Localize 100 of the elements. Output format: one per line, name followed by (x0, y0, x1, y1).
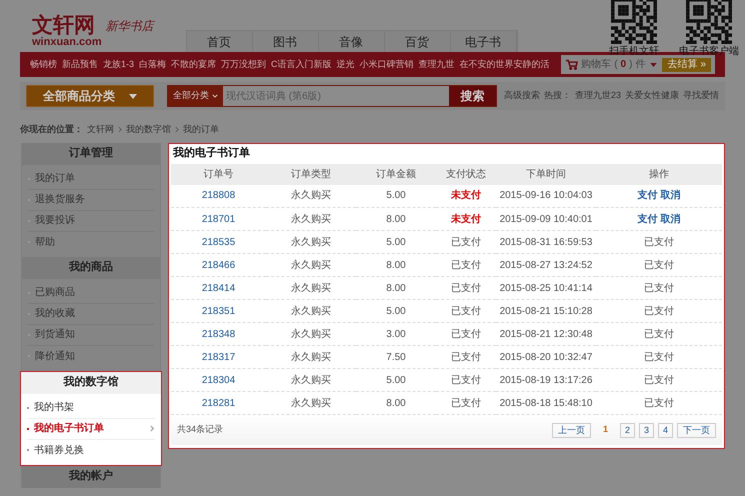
sidebar-item[interactable]: 已购商品 (28, 282, 154, 304)
table-cell: 2015-08-18 15:48:10 (496, 392, 596, 414)
order-number-link[interactable]: 218808 (202, 190, 236, 202)
table-cell: 5.00 (356, 300, 436, 322)
action-text: 已支付 (644, 282, 674, 294)
order-number-link[interactable]: 218348 (202, 328, 236, 340)
promo-link[interactable]: 畅销榜 (30, 58, 57, 72)
promo-link[interactable]: 小米口碑营销 (360, 58, 414, 72)
table-cell: 永久购买 (266, 276, 356, 300)
table-cell: 2015-08-20 10:32:47 (496, 346, 596, 368)
promo-link[interactable]: 龙族1-3 (103, 58, 134, 72)
status-cell: 已支付 (436, 392, 496, 414)
status-cell: 已支付 (436, 346, 496, 368)
page-button[interactable]: 4 (658, 422, 673, 438)
logo-text[interactable]: 文轩网 (32, 15, 102, 36)
promo-link[interactable]: 不散的宴席 (171, 58, 216, 72)
sidebar-item[interactable]: 帮助 (28, 232, 154, 252)
category-button[interactable]: 全部商品分类 (26, 85, 154, 107)
logo-domain: winxuan.com (32, 37, 102, 48)
status-cell: 未支付 (436, 184, 496, 208)
status-cell: 已支付 (436, 276, 496, 300)
table-cell: 2015-08-31 16:59:53 (496, 230, 596, 254)
table-cell: 2015-09-09 10:40:01 (496, 208, 596, 230)
caret-icon (650, 62, 658, 66)
search-button[interactable]: 搜索 (448, 86, 496, 106)
status-cell: 已支付 (436, 368, 496, 392)
sidebar-item[interactable]: 我的书架 (27, 398, 155, 418)
promo-link[interactable]: 新品预售 (62, 58, 98, 72)
order-number-link[interactable]: 218414 (202, 282, 236, 294)
hot-search-link[interactable]: 关爱女性健康 (625, 89, 679, 103)
record-count: 共34条记录 (177, 423, 224, 436)
promo-link[interactable]: 在不安的世界安静的活 (460, 58, 550, 72)
hot-search-link[interactable]: 查理九世23 (574, 89, 621, 103)
advanced-search-link[interactable]: 高级搜索 (504, 89, 540, 103)
breadcrumb-label: 你现在的位置： (20, 123, 83, 136)
panel-title: 我的电子书订单 (172, 146, 251, 162)
action-link[interactable]: 取消 (660, 212, 680, 226)
sidebar-item[interactable]: 我的收藏 (28, 304, 154, 324)
order-number-link[interactable]: 218701 (202, 214, 236, 224)
chevron-right-icon (118, 126, 122, 134)
breadcrumb-link[interactable]: 我的订单 (183, 123, 219, 136)
table-cell: 永久购买 (266, 346, 356, 368)
caret-icon (128, 94, 137, 98)
cart-count: 0 (620, 58, 626, 72)
column-header: 下单时间 (496, 164, 596, 184)
cart-paren: ) (629, 58, 632, 72)
logo-slogan: 新华书店 (106, 18, 154, 35)
sidebar-item[interactable]: 到货通知 (28, 324, 154, 346)
order-number-link[interactable]: 218466 (202, 260, 236, 270)
table-cell: 永久购买 (266, 368, 356, 392)
breadcrumb-link[interactable]: 我的数字馆 (126, 123, 171, 136)
scope-dropdown[interactable]: 全部分类 (168, 86, 223, 106)
table-cell: 永久购买 (266, 322, 356, 346)
action-link[interactable]: 支付 (638, 212, 658, 226)
promo-link[interactable]: 查理九世 (418, 58, 455, 72)
sidebar-item[interactable]: 降价通知 (28, 346, 154, 366)
hot-search-link[interactable]: 寻找爱情 (683, 89, 719, 103)
action-link[interactable]: 取消 (660, 188, 680, 204)
table-cell: 5.00 (356, 230, 436, 254)
table-cell: 永久购买 (266, 392, 356, 414)
order-number-link[interactable]: 218535 (202, 236, 236, 248)
promo-link[interactable]: 白落梅 (139, 58, 166, 72)
prev-page-button[interactable]: 上一页 (552, 422, 591, 438)
sidebar-item[interactable]: 书籍券兑换 (27, 440, 155, 460)
order-number-link[interactable]: 218317 (202, 352, 236, 362)
breadcrumb-link[interactable]: 文轩网 (87, 123, 114, 136)
sidebar-heading: 我的数字馆 (21, 372, 161, 394)
promo-link[interactable]: 万万没想到 (221, 58, 266, 72)
promo-link[interactable]: C语言入门新版 (271, 58, 332, 72)
next-page-button[interactable]: 下一页 (677, 422, 716, 438)
action-text: 已支付 (644, 306, 674, 316)
promo-link[interactable]: 逆光 (336, 58, 355, 72)
action-link[interactable]: 支付 (638, 188, 658, 204)
cart-paren: ( (614, 58, 618, 72)
sidebar-item[interactable]: 我的订单 (28, 168, 154, 190)
table-cell: 3.00 (356, 322, 436, 346)
checkout-button[interactable]: 去结算 » (662, 58, 711, 72)
cart-box[interactable]: 购物车 ( 0 ) 件 去结算 » (561, 55, 715, 74)
action-text: 已支付 (644, 260, 674, 270)
order-number-link[interactable]: 218281 (202, 398, 236, 408)
order-number-link[interactable]: 218351 (202, 306, 236, 316)
table-cell: 永久购买 (266, 208, 356, 230)
table-cell: 8.00 (356, 208, 436, 230)
table-cell: 2015-08-27 13:24:52 (496, 254, 596, 276)
table-cell: 5.00 (356, 184, 436, 208)
sidebar-item[interactable]: 我的电子书订单 (27, 418, 155, 440)
status-cell: 已支付 (436, 322, 496, 346)
table-cell: 2015-08-21 15:10:28 (496, 300, 596, 322)
page-button[interactable]: 3 (639, 422, 654, 438)
sidebar-item[interactable]: 退换货服务 (28, 190, 154, 210)
action-text: 已支付 (644, 352, 674, 362)
table-cell: 8.00 (356, 254, 436, 276)
table-cell: 2015-08-25 10:41:14 (496, 276, 596, 300)
order-number-link[interactable]: 218304 (202, 374, 236, 386)
cart-unit: 件 (635, 58, 646, 72)
status-cell: 已支付 (436, 254, 496, 276)
page-button[interactable]: 1 (598, 422, 613, 438)
action-text: 已支付 (644, 374, 674, 386)
page-button[interactable]: 2 (620, 422, 635, 438)
sidebar-item[interactable]: 我要投诉 (28, 210, 154, 232)
